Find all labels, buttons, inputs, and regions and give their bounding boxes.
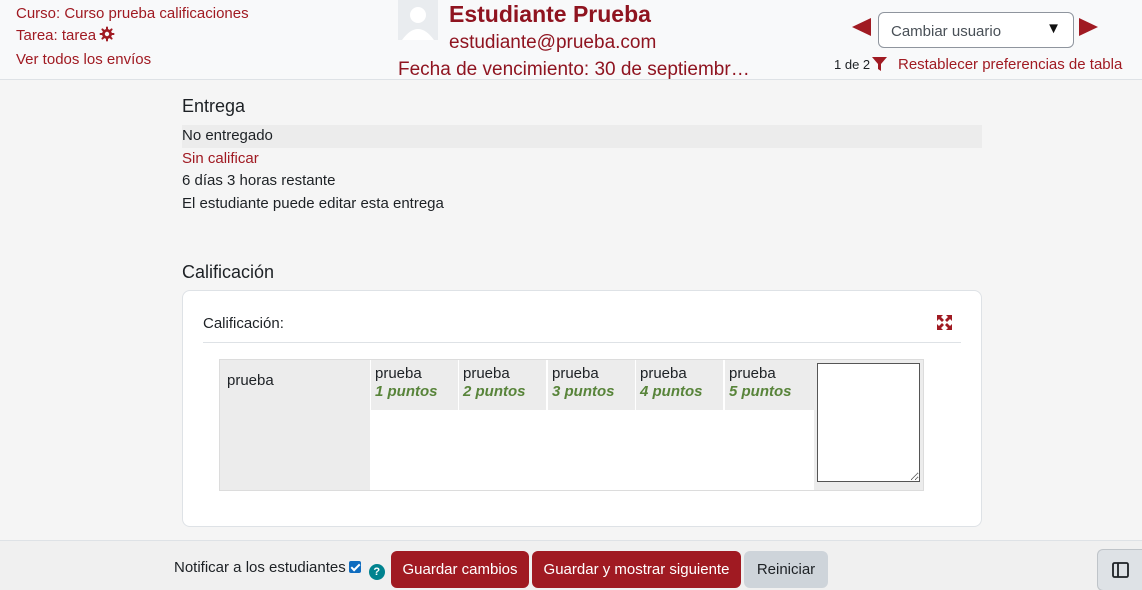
save-and-show-next-button[interactable]: Guardar y mostrar siguiente — [532, 551, 741, 588]
submission-section-title: Entrega — [182, 96, 246, 116]
level-definition: prueba — [463, 365, 510, 382]
change-user-select[interactable]: Cambiar usuario ▼ — [878, 12, 1074, 48]
save-changes-button[interactable]: Guardar cambios — [391, 551, 529, 588]
level-score: 2 puntos — [463, 383, 526, 400]
drawer-toggle-icon — [1112, 562, 1129, 583]
level-score: 4 puntos — [640, 383, 703, 400]
drawer-toggle-button[interactable] — [1097, 549, 1142, 590]
time-remaining-text: 6 días 3 horas restante — [182, 172, 336, 189]
help-icon[interactable]: ? — [368, 564, 385, 580]
grade-card-label: Calificación: — [203, 315, 284, 332]
reset-button[interactable]: Reiniciar — [744, 551, 828, 588]
grade-section-title: Calificación — [182, 262, 275, 282]
grader-header: Curso: Curso prueba calificaciones Tarea… — [0, 0, 1142, 80]
level-definition: prueba — [640, 365, 687, 382]
assignment-link[interactable]: Tarea: tarea — [16, 27, 96, 44]
user-name[interactable]: Estudiante Prueba — [449, 1, 651, 28]
course-info: Curso: Curso prueba calificaciones Tarea… — [16, 3, 249, 71]
gear-icon[interactable] — [99, 26, 115, 49]
change-user-placeholder: Cambiar usuario — [891, 23, 1002, 40]
rubric-remark-field[interactable] — [817, 363, 920, 482]
grading-card: Calificación: prueba prueba 1 puntos pru… — [182, 290, 982, 527]
level-definition: prueba — [729, 365, 776, 382]
level-definition: prueba — [552, 365, 599, 382]
pager-count: 1 de 2 — [834, 57, 871, 72]
filter-icon[interactable] — [872, 57, 888, 75]
view-all-submissions-link[interactable]: Ver todos los envíos — [16, 51, 151, 68]
reset-table-preferences-link[interactable]: Restablecer preferencias de tabla — [898, 56, 1122, 73]
submission-status-text: No entregado — [182, 125, 982, 148]
grading-footer: Notificar a los estudiantes? Guardar cam… — [0, 540, 1142, 590]
grading-status-text: Sin calificar — [182, 149, 259, 167]
notify-students: Notificar a los estudiantes? — [174, 559, 385, 580]
course-link[interactable]: Curso: Curso prueba calificaciones — [16, 5, 249, 22]
level-score: 1 puntos — [375, 383, 438, 400]
submission-status: No entregado Sin calificar 6 días 3 hora… — [182, 125, 982, 215]
avatar — [398, 0, 438, 40]
editable-note: El estudiante puede editar esta entrega — [182, 194, 444, 212]
rubric-level-4[interactable]: prueba 4 puntos — [635, 360, 723, 410]
level-definition: prueba — [375, 365, 422, 382]
notify-students-label: Notificar a los estudiantes — [174, 559, 346, 576]
user-email: estudiante@prueba.com — [449, 32, 657, 53]
rubric-table: prueba prueba 1 puntos prueba 2 puntos p… — [219, 359, 924, 491]
rubric-level-5[interactable]: prueba 5 puntos — [724, 360, 814, 410]
rubric-levels: prueba 1 puntos prueba 2 puntos prueba 3… — [370, 360, 814, 490]
chevron-down-icon: ▼ — [1046, 20, 1061, 37]
level-score: 5 puntos — [729, 383, 792, 400]
due-date: Fecha de vencimiento: 30 de septiembre d… — [398, 59, 754, 80]
previous-user-arrow-icon[interactable] — [852, 18, 871, 36]
rubric-criterion: prueba — [227, 372, 274, 389]
rubric-level-1[interactable]: prueba 1 puntos — [370, 360, 458, 410]
user-navigation: Cambiar usuario ▼ — [852, 12, 1102, 48]
rubric-level-2[interactable]: prueba 2 puntos — [458, 360, 546, 410]
level-score: 3 puntos — [552, 383, 615, 400]
expand-icon[interactable] — [937, 315, 952, 335]
notify-students-checkbox[interactable] — [348, 561, 361, 573]
rubric-level-3[interactable]: prueba 3 puntos — [547, 360, 635, 410]
card-divider — [203, 342, 961, 343]
next-user-arrow-icon[interactable] — [1079, 18, 1098, 36]
user-pager: 1 de 2 — [834, 57, 888, 75]
